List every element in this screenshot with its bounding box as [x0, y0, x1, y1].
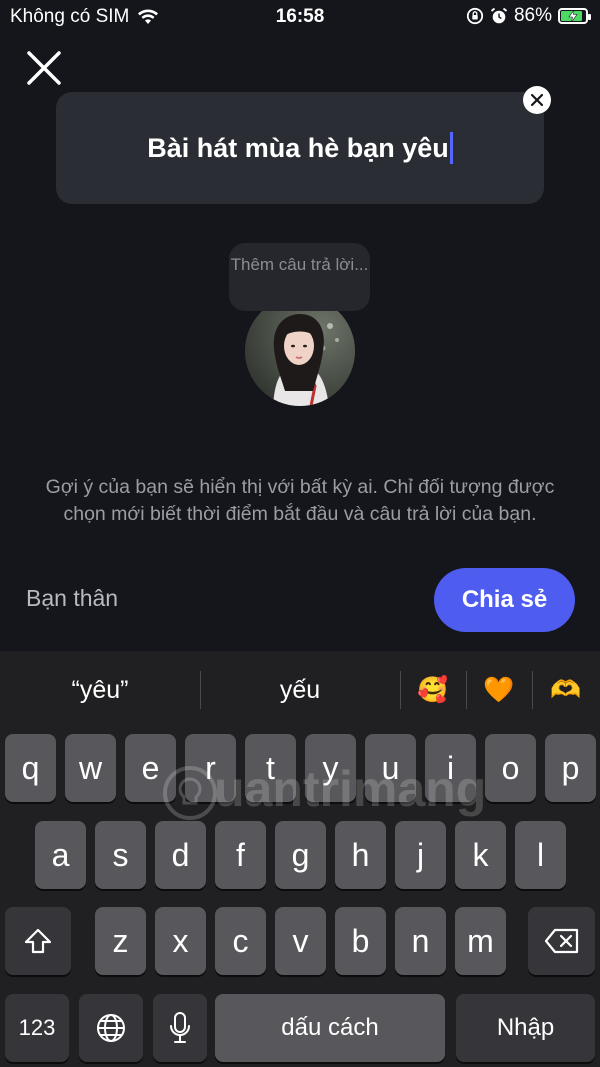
keyboard: “yêu” yếu 🥰 🧡 🫶 qwertyuiop asdfghjkl zxc…: [0, 651, 600, 1067]
key-n[interactable]: n: [395, 907, 446, 975]
orientation-lock-icon: [466, 7, 484, 25]
key-b[interactable]: b: [335, 907, 386, 975]
suggestion-quoted[interactable]: “yêu”: [0, 669, 200, 711]
question-input[interactable]: Bài hát mùa hè bạn yêu: [56, 92, 544, 204]
key-a[interactable]: a: [35, 821, 86, 889]
status-right: 86%: [466, 5, 591, 27]
key-h[interactable]: h: [335, 821, 386, 889]
battery-percent: 86%: [513, 5, 552, 26]
alarm-icon: [490, 7, 508, 24]
battery-cap: [588, 14, 591, 20]
answer-bubble[interactable]: Thêm câu trả lời...: [229, 243, 370, 311]
backspace-key[interactable]: [528, 907, 595, 975]
space-key[interactable]: dấu cách: [215, 994, 445, 1062]
key-z[interactable]: z: [95, 907, 146, 975]
key-u[interactable]: u: [365, 734, 416, 802]
key-i[interactable]: i: [425, 734, 476, 802]
key-w[interactable]: w: [65, 734, 116, 802]
question-text: Bài hát mùa hè bạn yêu: [147, 132, 449, 163]
key-j[interactable]: j: [395, 821, 446, 889]
key-v[interactable]: v: [275, 907, 326, 975]
key-d[interactable]: d: [155, 821, 206, 889]
numbers-key[interactable]: 123: [5, 994, 69, 1062]
key-o[interactable]: o: [485, 734, 536, 802]
key-s[interactable]: s: [95, 821, 146, 889]
backspace-icon: [544, 928, 578, 954]
bolt-icon: [568, 10, 578, 22]
share-button[interactable]: Chia sẻ: [434, 568, 575, 632]
key-c[interactable]: c: [215, 907, 266, 975]
suggestion-bar: “yêu” yếu 🥰 🧡 🫶: [0, 651, 600, 731]
privacy-hint: Gợi ý của bạn sẽ hiển thị với bất kỳ ai.…: [45, 476, 555, 525]
emoji-suggestion-heart-hands[interactable]: 🫶: [532, 669, 600, 711]
shift-arrow-icon: [24, 928, 52, 954]
close-icon[interactable]: [24, 48, 64, 88]
key-m[interactable]: m: [455, 907, 506, 975]
avatar: [245, 296, 355, 406]
key-r[interactable]: r: [185, 734, 236, 802]
return-key[interactable]: Nhập: [456, 994, 595, 1062]
key-k[interactable]: k: [455, 821, 506, 889]
key-y[interactable]: y: [305, 734, 356, 802]
microphone-icon: [170, 1012, 190, 1043]
shift-key[interactable]: [5, 907, 71, 975]
key-f[interactable]: f: [215, 821, 266, 889]
emoji-suggestion-orange-heart[interactable]: 🧡: [466, 669, 532, 711]
audience-selector[interactable]: Bạn thân: [26, 585, 118, 612]
key-t[interactable]: t: [245, 734, 296, 802]
globe-icon: [97, 1014, 125, 1042]
emoji-suggestion-smiling-hearts[interactable]: 🥰: [400, 669, 466, 711]
key-e[interactable]: e: [125, 734, 176, 802]
text-caret: [449, 132, 453, 164]
dictation-key[interactable]: [153, 994, 207, 1062]
avatar-photo: [245, 296, 355, 406]
close-icon: [530, 93, 544, 107]
key-x[interactable]: x: [155, 907, 206, 975]
battery-charging-icon: [558, 8, 591, 24]
key-g[interactable]: g: [275, 821, 326, 889]
globe-key[interactable]: [79, 994, 143, 1062]
key-q[interactable]: q: [5, 734, 56, 802]
key-p[interactable]: p: [545, 734, 596, 802]
status-bar: Không có SIM 16:58 86%: [0, 0, 600, 34]
clear-question-button[interactable]: [523, 86, 551, 114]
key-l[interactable]: l: [515, 821, 566, 889]
suggestion-word[interactable]: yếu: [200, 669, 400, 711]
